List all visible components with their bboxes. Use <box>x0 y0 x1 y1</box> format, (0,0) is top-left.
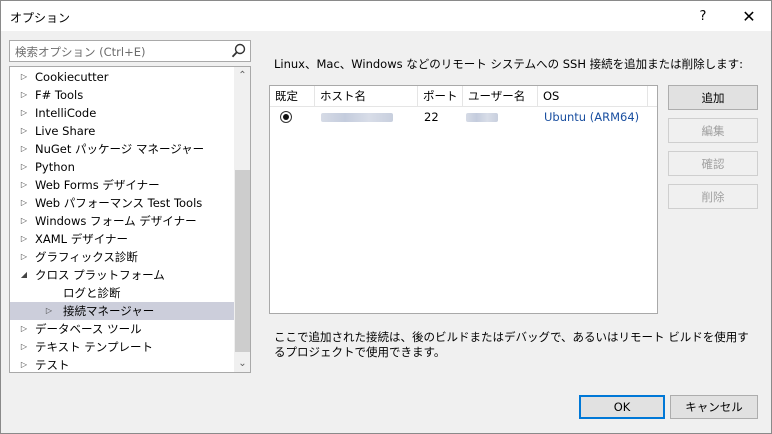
list-header: 既定 ホスト名 ポート ユーザー名 OS <box>270 86 657 107</box>
collapsed-arrow-icon[interactable]: ▷ <box>18 158 30 176</box>
column-user[interactable]: ユーザー名 <box>463 86 538 107</box>
tree-item[interactable]: ▷ F# Tools <box>10 86 234 104</box>
scroll-up-icon[interactable]: ⌃ <box>234 67 250 84</box>
os-cell: Ubuntu (ARM64) <box>544 110 640 124</box>
collapsed-arrow-icon[interactable]: ▷ <box>18 104 30 122</box>
note-text: ここで追加された接続は、後のビルドまたはデバッグで、あるいはリモート ビルドを使… <box>274 330 749 359</box>
tree-item[interactable]: ◢ クロス プラットフォーム <box>10 266 234 284</box>
tree-item[interactable]: ▷ Windows フォーム デザイナー <box>10 212 234 230</box>
tree-item-label: NuGet パッケージ マネージャー <box>35 142 205 156</box>
collapsed-arrow-icon[interactable]: ▷ <box>18 356 30 372</box>
confirm-button[interactable]: 確認 <box>668 151 758 176</box>
port-cell: 22 <box>424 110 439 124</box>
tree-item[interactable]: ▷ Live Share <box>10 122 234 140</box>
user-redacted <box>466 113 498 122</box>
collapsed-arrow-icon[interactable]: ▷ <box>18 194 30 212</box>
dialog-title: オプション <box>10 11 71 25</box>
search-input[interactable]: 検索オプション (Ctrl+E) <box>9 40 251 62</box>
tree-item[interactable]: ▷ Web パフォーマンス Test Tools <box>10 194 234 212</box>
tree-item-label: データベース ツール <box>35 322 142 336</box>
collapsed-arrow-icon[interactable]: ▷ <box>18 230 30 248</box>
cancel-button[interactable]: キャンセル <box>670 395 758 419</box>
tree-item-label: クロス プラットフォーム <box>35 268 165 282</box>
connections-list[interactable]: 既定 ホスト名 ポート ユーザー名 OS 22 Ubuntu (ARM64) <box>269 85 658 314</box>
ok-button[interactable]: OK <box>579 395 665 419</box>
collapsed-arrow-icon[interactable]: ▷ <box>18 248 30 266</box>
tree-item-label: XAML デザイナー <box>35 232 128 246</box>
tree-item[interactable]: ▷ データベース ツール <box>10 320 234 338</box>
close-button[interactable]: ✕ <box>727 1 771 31</box>
collapsed-arrow-icon[interactable]: ▷ <box>18 338 30 356</box>
tree-scrollbar[interactable]: ⌃ ⌄ <box>234 67 250 372</box>
column-os[interactable]: OS <box>538 86 648 107</box>
expanded-arrow-icon[interactable]: ◢ <box>18 266 30 284</box>
collapsed-arrow-icon[interactable]: ▷ <box>18 320 30 338</box>
collapsed-arrow-icon[interactable]: ▷ <box>18 68 30 86</box>
column-port[interactable]: ポート <box>418 86 463 107</box>
help-button[interactable]: ? <box>681 1 725 31</box>
table-row[interactable]: 22 Ubuntu (ARM64) <box>270 108 657 126</box>
tree-item-label: テキスト テンプレート <box>35 340 153 354</box>
tree-item[interactable]: ▷ IntelliCode <box>10 104 234 122</box>
options-tree[interactable]: ▷ Cookiecutter ▷ F# Tools ▷ IntelliCode ▷ Live … <box>9 66 251 373</box>
tree-item-label: F# Tools <box>35 88 84 102</box>
search-placeholder: 検索オプション (Ctrl+E) <box>15 45 146 59</box>
collapsed-arrow-icon[interactable]: ▷ <box>18 140 30 158</box>
tree-item-label: Web Forms デザイナー <box>35 178 160 192</box>
host-redacted <box>321 113 393 122</box>
column-host[interactable]: ホスト名 <box>315 86 418 107</box>
tree-item[interactable]: ▷ XAML デザイナー <box>10 230 234 248</box>
title-bar: オプション ? ✕ <box>1 1 771 31</box>
description-text: Linux、Mac、Windows などのリモート システムへの SSH 接続を… <box>274 57 744 71</box>
collapsed-arrow-icon[interactable]: ▷ <box>18 122 30 140</box>
add-button[interactable]: 追加 <box>668 85 758 110</box>
tree-item[interactable]: ▷ NuGet パッケージ マネージャー <box>10 140 234 158</box>
collapsed-arrow-icon[interactable]: ▷ <box>43 302 55 320</box>
tree-item-label: 接続マネージャー <box>63 304 155 318</box>
collapsed-arrow-icon[interactable]: ▷ <box>18 86 30 104</box>
tree-item-label: Live Share <box>35 124 96 138</box>
edit-button[interactable]: 編集 <box>668 118 758 143</box>
search-icon[interactable] <box>230 42 248 60</box>
tree-item[interactable]: ▷ グラフィックス診断 <box>10 248 234 266</box>
tree-item-label: IntelliCode <box>35 106 97 120</box>
tree-item[interactable]: ログと診断 <box>10 284 234 302</box>
tree-item-label: Windows フォーム デザイナー <box>35 214 197 228</box>
tree-item[interactable]: ▷ Web Forms デザイナー <box>10 176 234 194</box>
tree-item-label: Web パフォーマンス Test Tools <box>35 196 203 210</box>
tree-item[interactable]: ▷ テスト <box>10 356 234 372</box>
scroll-down-icon[interactable]: ⌄ <box>234 355 250 372</box>
tree-item[interactable]: ▷ テキスト テンプレート <box>10 338 234 356</box>
scroll-thumb[interactable] <box>235 170 250 352</box>
delete-button[interactable]: 削除 <box>668 184 758 209</box>
default-radio[interactable] <box>280 111 292 123</box>
tree-item-label: Python <box>35 160 75 174</box>
tree-item[interactable]: ▷ Cookiecutter <box>10 68 234 86</box>
tree-item-label: ログと診断 <box>63 286 121 300</box>
tree-item[interactable]: ▷ Python <box>10 158 234 176</box>
collapsed-arrow-icon[interactable]: ▷ <box>18 212 30 230</box>
column-default[interactable]: 既定 <box>270 86 315 107</box>
tree-item[interactable]: ▷ 接続マネージャー <box>10 302 234 320</box>
tree-item-label: Cookiecutter <box>35 70 109 84</box>
tree-item-label: グラフィックス診断 <box>35 250 138 264</box>
tree-item-label: テスト <box>35 358 70 372</box>
collapsed-arrow-icon[interactable]: ▷ <box>18 176 30 194</box>
options-dialog: オプション ? ✕ 検索オプション (Ctrl+E) ▷ Cookiecutter… <box>0 0 772 434</box>
